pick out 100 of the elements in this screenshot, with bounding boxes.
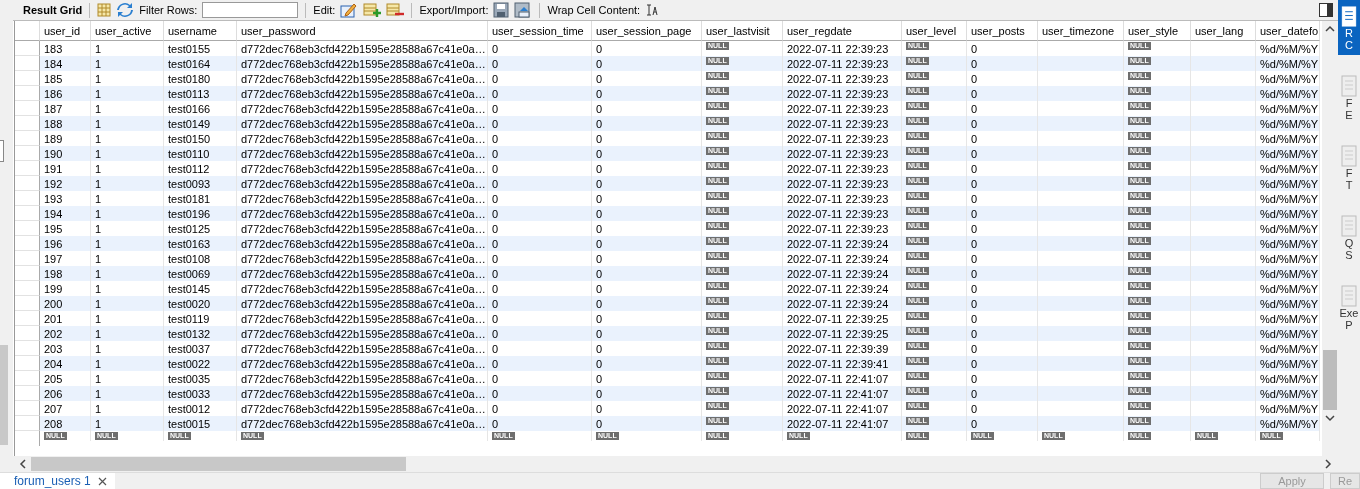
row-header[interactable] [15, 146, 40, 161]
row-header[interactable] [15, 101, 40, 116]
scrollbar-thumb[interactable] [31, 457, 406, 471]
column-header[interactable]: user_datefo [1256, 21, 1320, 41]
side-panel-item[interactable]: Q S [1338, 209, 1360, 265]
table-cell: 0 [488, 356, 592, 371]
row-header[interactable] [15, 386, 40, 401]
side-panel-item[interactable]: F E [1338, 69, 1360, 125]
filter-field[interactable] [202, 2, 299, 18]
table-cell: 1 [91, 296, 164, 311]
column-header[interactable]: user_session_page [592, 21, 702, 41]
table-cell: 2022-07-11 22:39:23 [783, 146, 902, 161]
row-header[interactable] [15, 281, 40, 296]
row-header[interactable] [15, 41, 40, 56]
column-header[interactable]: user_posts [967, 21, 1038, 41]
row-header[interactable] [15, 401, 40, 416]
table-cell: 0 [592, 176, 702, 191]
side-panel-label: R [1345, 27, 1353, 39]
delete-row-icon[interactable] [386, 2, 405, 18]
row-header[interactable] [15, 371, 40, 386]
table-cell: test0132 [164, 326, 237, 341]
table-cell: d772dec768eb3cfd422b1595e28588a67c41e0a… [237, 386, 488, 401]
row-header[interactable] [15, 206, 40, 221]
row-header[interactable] [15, 356, 40, 371]
row-header[interactable] [15, 176, 40, 191]
scrollbar-thumb[interactable] [0, 345, 8, 445]
table-cell: 1 [91, 176, 164, 191]
row-header[interactable] [15, 296, 40, 311]
row-header[interactable] [15, 191, 40, 206]
table-cell: test0022 [164, 356, 237, 371]
scroll-up-icon[interactable] [1325, 25, 1335, 33]
table-cell: %d/%M/%Y [1256, 266, 1320, 281]
side-panel-label: F [1345, 97, 1353, 109]
row-header[interactable] [15, 311, 40, 326]
row-header[interactable] [15, 251, 40, 266]
table-cell: test0149 [164, 116, 237, 131]
column-header[interactable]: user_lastvisit [702, 21, 783, 41]
column-header[interactable]: user_active [91, 21, 164, 41]
table-cell: 202 [40, 326, 91, 341]
scroll-left-icon[interactable] [19, 459, 27, 469]
table-cell: 0 [488, 326, 592, 341]
table-cell: test0093 [164, 176, 237, 191]
row-header[interactable] [15, 116, 40, 131]
table-cell: 0 [592, 206, 702, 221]
table-cell: d772dec768eb3cfd422b1595e28588a67c41e0a… [237, 236, 488, 251]
side-panel-item[interactable]: Exe P [1338, 279, 1360, 335]
table-cell: 0 [488, 266, 592, 281]
table-cell: d772dec768eb3cfd422b1595e28588a67c41e0a… [237, 86, 488, 101]
refresh-icon[interactable] [116, 2, 135, 18]
table-cell: d772dec768eb3cfd422b1595e28588a67c41e0a… [237, 206, 488, 221]
row-header[interactable] [15, 341, 40, 356]
wrap-text-icon[interactable] [645, 3, 660, 17]
table-cell: 1 [91, 356, 164, 371]
table-cell: 2022-07-11 22:39:24 [783, 296, 902, 311]
table-cell: d772dec768eb3cfd422b1595e28588a67c41e0a… [237, 146, 488, 161]
table-cell: 0 [488, 176, 592, 191]
row-header[interactable] [15, 71, 40, 86]
close-icon[interactable] [97, 476, 107, 486]
table-cell: 1 [91, 236, 164, 251]
row-header[interactable] [15, 326, 40, 341]
row-header[interactable] [15, 86, 40, 101]
import-icon[interactable] [514, 2, 533, 18]
save-icon[interactable] [493, 2, 510, 18]
row-header[interactable] [15, 131, 40, 146]
row-header[interactable] [15, 161, 40, 176]
panel-toggle-icon[interactable] [1318, 2, 1334, 18]
column-header[interactable]: user_session_time [488, 21, 592, 41]
row-header[interactable] [15, 221, 40, 236]
column-header[interactable]: user_style [1124, 21, 1191, 41]
scroll-down-icon[interactable] [1325, 414, 1335, 422]
column-header[interactable]: user_lang [1191, 21, 1256, 41]
side-panel-item[interactable]: R C [1338, 0, 1360, 55]
table-cell: 0 [592, 356, 702, 371]
scrollbar-thumb[interactable] [1323, 350, 1337, 410]
table-cell: 0 [592, 56, 702, 71]
column-header[interactable]: user_regdate [783, 21, 902, 41]
edit-icon[interactable] [340, 2, 359, 18]
table-cell: 0 [967, 356, 1038, 371]
table-cell: 0 [488, 116, 592, 131]
result-tab[interactable]: forum_users 1 [0, 473, 115, 489]
table-cell: d772dec768eb3cfd422b1595e28588a67c41e0a… [237, 326, 488, 341]
table-cell: 0 [488, 146, 592, 161]
table-cell: d772dec768eb3cfd422b1595e28588a67c41e0a… [237, 266, 488, 281]
column-header[interactable]: user_level [902, 21, 967, 41]
column-header[interactable]: user_password [237, 21, 488, 41]
column-header[interactable]: user_id [40, 21, 91, 41]
add-row-icon[interactable] [363, 2, 382, 18]
scroll-right-icon[interactable] [1324, 459, 1332, 469]
grid-icon[interactable] [97, 3, 112, 17]
table-cell: %d/%M/%Y [1256, 116, 1320, 131]
column-header[interactable]: user_timezone [1038, 21, 1124, 41]
row-header[interactable] [15, 266, 40, 281]
table-cell: 0 [967, 296, 1038, 311]
row-header[interactable] [15, 416, 40, 431]
column-header[interactable]: username [164, 21, 237, 41]
table-cell: 1 [91, 146, 164, 161]
side-panel-item[interactable]: F T [1338, 139, 1360, 195]
row-header[interactable] [15, 236, 40, 251]
side-panel-label: Q [1344, 237, 1354, 249]
row-header[interactable] [15, 56, 40, 71]
